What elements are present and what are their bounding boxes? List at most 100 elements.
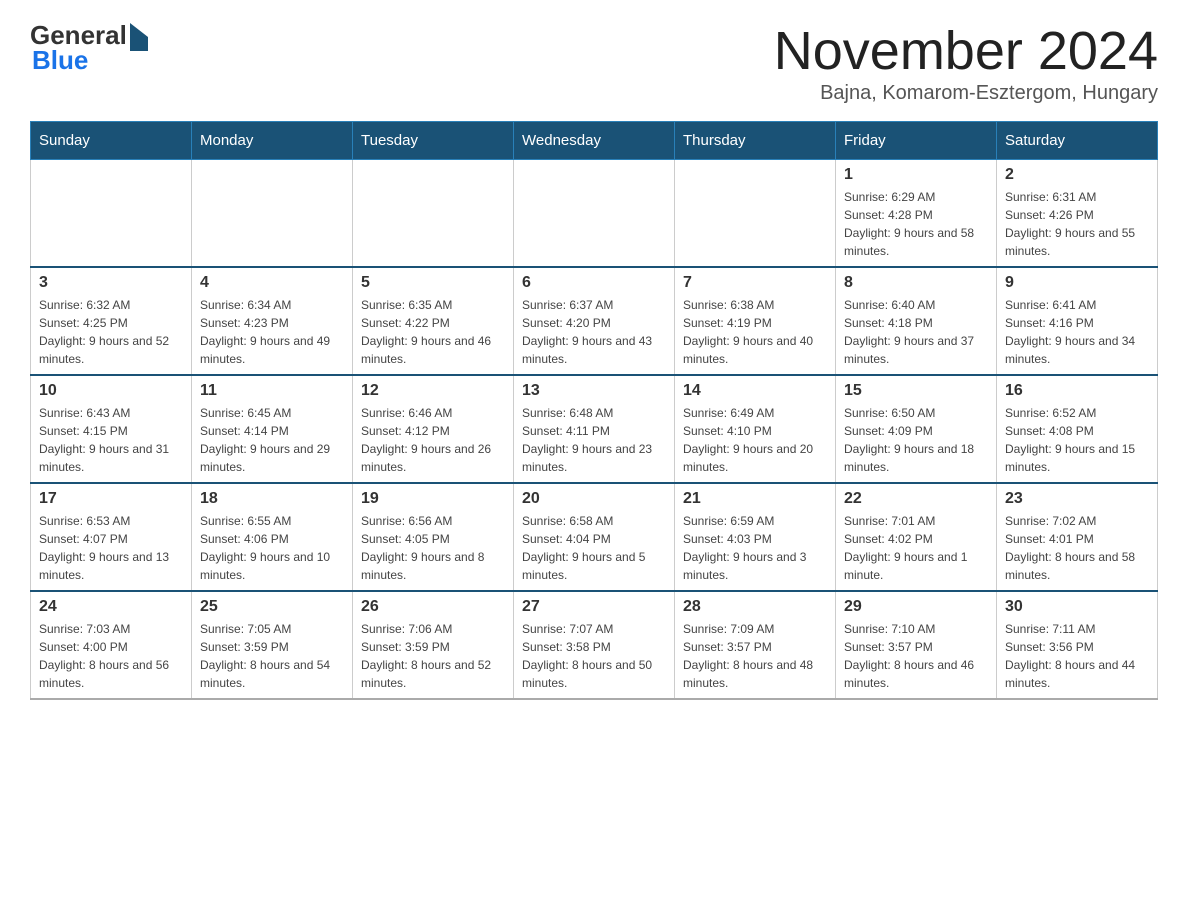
- day-number: 18: [200, 490, 344, 508]
- day-info: Sunrise: 7:05 AM Sunset: 3:59 PM Dayligh…: [200, 620, 344, 692]
- calendar-week-row: 17 Sunrise: 6:53 AM Sunset: 4:07 PM Dayli…: [31, 483, 1158, 591]
- day-number: 11: [200, 382, 344, 400]
- calendar-cell: 27 Sunrise: 7:07 AM Sunset: 3:58 PM Dayli…: [514, 591, 675, 699]
- calendar-cell: 3 Sunrise: 6:32 AM Sunset: 4:25 PM Daylig…: [31, 267, 192, 375]
- calendar-cell: [353, 160, 514, 268]
- day-number: 3: [39, 274, 183, 292]
- calendar-cell: 16Sunrise: 6:52 AM Sunset: 4:08 PM Dayli…: [997, 375, 1158, 483]
- day-number: 1: [844, 166, 988, 184]
- calendar-cell: 9 Sunrise: 6:41 AM Sunset: 4:16 PM Daylig…: [997, 267, 1158, 375]
- col-saturday: Saturday: [997, 122, 1158, 160]
- day-info: Sunrise: 6:38 AM Sunset: 4:19 PM Dayligh…: [683, 296, 827, 368]
- col-monday: Monday: [192, 122, 353, 160]
- calendar-header-row: Sunday Monday Tuesday Wednesday Thursday…: [31, 122, 1158, 160]
- day-info: Sunrise: 7:07 AM Sunset: 3:58 PM Dayligh…: [522, 620, 666, 692]
- day-info: Sunrise: 7:03 AM Sunset: 4:00 PM Dayligh…: [39, 620, 183, 692]
- day-info: Sunrise: 6:31 AM Sunset: 4:26 PM Dayligh…: [1005, 188, 1149, 260]
- day-info: Sunrise: 6:48 AM Sunset: 4:11 PM Dayligh…: [522, 404, 666, 476]
- day-number: 27: [522, 598, 666, 616]
- day-info: Sunrise: 7:10 AM Sunset: 3:57 PM Dayligh…: [844, 620, 988, 692]
- calendar-cell: 14 Sunrise: 6:49 AM Sunset: 4:10 PM Dayli…: [675, 375, 836, 483]
- day-number: 6: [522, 274, 666, 292]
- calendar-cell: 30 Sunrise: 7:11 AM Sunset: 3:56 PM Dayli…: [997, 591, 1158, 699]
- day-info: Sunrise: 6:41 AM Sunset: 4:16 PM Dayligh…: [1005, 296, 1149, 368]
- day-number: 30: [1005, 598, 1149, 616]
- col-thursday: Thursday: [675, 122, 836, 160]
- calendar-cell: 18 Sunrise: 6:55 AM Sunset: 4:06 PM Dayli…: [192, 483, 353, 591]
- day-info: Sunrise: 6:43 AM Sunset: 4:15 PM Dayligh…: [39, 404, 183, 476]
- day-number: 29: [844, 598, 988, 616]
- day-number: 12: [361, 382, 505, 400]
- day-number: 19: [361, 490, 505, 508]
- day-number: 8: [844, 274, 988, 292]
- calendar-cell: 24 Sunrise: 7:03 AM Sunset: 4:00 PM Dayli…: [31, 591, 192, 699]
- calendar-cell: 8 Sunrise: 6:40 AM Sunset: 4:18 PM Daylig…: [836, 267, 997, 375]
- calendar-cell: 6 Sunrise: 6:37 AM Sunset: 4:20 PM Daylig…: [514, 267, 675, 375]
- day-info: Sunrise: 6:56 AM Sunset: 4:05 PM Dayligh…: [361, 512, 505, 584]
- day-info: Sunrise: 6:45 AM Sunset: 4:14 PM Dayligh…: [200, 404, 344, 476]
- day-info: Sunrise: 6:46 AM Sunset: 4:12 PM Dayligh…: [361, 404, 505, 476]
- day-number: 9: [1005, 274, 1149, 292]
- subtitle: Bajna, Komarom-Esztergom, Hungary: [774, 82, 1158, 105]
- calendar-week-row: 3 Sunrise: 6:32 AM Sunset: 4:25 PM Daylig…: [31, 267, 1158, 375]
- day-number: 28: [683, 598, 827, 616]
- title-block: November 2024 Bajna, Komarom-Esztergom, …: [774, 20, 1158, 105]
- day-number: 14: [683, 382, 827, 400]
- day-number: 7: [683, 274, 827, 292]
- day-info: Sunrise: 6:49 AM Sunset: 4:10 PM Dayligh…: [683, 404, 827, 476]
- col-sunday: Sunday: [31, 122, 192, 160]
- calendar-cell: 4Sunrise: 6:34 AM Sunset: 4:23 PM Daylig…: [192, 267, 353, 375]
- col-wednesday: Wednesday: [514, 122, 675, 160]
- calendar-cell: 28Sunrise: 7:09 AM Sunset: 3:57 PM Dayli…: [675, 591, 836, 699]
- calendar-cell: 29 Sunrise: 7:10 AM Sunset: 3:57 PM Dayli…: [836, 591, 997, 699]
- day-info: Sunrise: 6:53 AM Sunset: 4:07 PM Dayligh…: [39, 512, 183, 584]
- calendar-cell: [675, 160, 836, 268]
- col-friday: Friday: [836, 122, 997, 160]
- calendar-cell: [31, 160, 192, 268]
- day-number: 23: [1005, 490, 1149, 508]
- day-info: Sunrise: 6:55 AM Sunset: 4:06 PM Dayligh…: [200, 512, 344, 584]
- calendar-cell: [514, 160, 675, 268]
- calendar-cell: 12 Sunrise: 6:46 AM Sunset: 4:12 PM Dayli…: [353, 375, 514, 483]
- day-info: Sunrise: 6:32 AM Sunset: 4:25 PM Dayligh…: [39, 296, 183, 368]
- day-number: 2: [1005, 166, 1149, 184]
- day-number: 24: [39, 598, 183, 616]
- day-info: Sunrise: 6:52 AM Sunset: 4:08 PM Dayligh…: [1005, 404, 1149, 476]
- calendar-cell: 7 Sunrise: 6:38 AM Sunset: 4:19 PM Daylig…: [675, 267, 836, 375]
- day-info: Sunrise: 6:58 AM Sunset: 4:04 PM Dayligh…: [522, 512, 666, 584]
- logo: General Blue: [30, 20, 148, 76]
- day-info: Sunrise: 7:01 AM Sunset: 4:02 PM Dayligh…: [844, 512, 988, 584]
- calendar-cell: 11 Sunrise: 6:45 AM Sunset: 4:14 PM Dayli…: [192, 375, 353, 483]
- day-number: 25: [200, 598, 344, 616]
- calendar-cell: 1 Sunrise: 6:29 AM Sunset: 4:28 PM Daylig…: [836, 160, 997, 268]
- day-info: Sunrise: 6:37 AM Sunset: 4:20 PM Dayligh…: [522, 296, 666, 368]
- col-tuesday: Tuesday: [353, 122, 514, 160]
- day-number: 13: [522, 382, 666, 400]
- main-title: November 2024: [774, 20, 1158, 82]
- day-info: Sunrise: 6:34 AM Sunset: 4:23 PM Dayligh…: [200, 296, 344, 368]
- day-number: 22: [844, 490, 988, 508]
- day-info: Sunrise: 6:29 AM Sunset: 4:28 PM Dayligh…: [844, 188, 988, 260]
- day-number: 17: [39, 490, 183, 508]
- calendar-cell: 21Sunrise: 6:59 AM Sunset: 4:03 PM Dayli…: [675, 483, 836, 591]
- calendar-cell: 20 Sunrise: 6:58 AM Sunset: 4:04 PM Dayli…: [514, 483, 675, 591]
- day-info: Sunrise: 6:35 AM Sunset: 4:22 PM Dayligh…: [361, 296, 505, 368]
- calendar-cell: 26Sunrise: 7:06 AM Sunset: 3:59 PM Dayli…: [353, 591, 514, 699]
- calendar-week-row: 1 Sunrise: 6:29 AM Sunset: 4:28 PM Daylig…: [31, 160, 1158, 268]
- calendar-table: Sunday Monday Tuesday Wednesday Thursday…: [30, 121, 1158, 700]
- day-info: Sunrise: 6:40 AM Sunset: 4:18 PM Dayligh…: [844, 296, 988, 368]
- calendar-cell: 10Sunrise: 6:43 AM Sunset: 4:15 PM Dayli…: [31, 375, 192, 483]
- day-info: Sunrise: 7:02 AM Sunset: 4:01 PM Dayligh…: [1005, 512, 1149, 584]
- logo-bottom-row: Blue: [32, 45, 88, 76]
- calendar-cell: 22 Sunrise: 7:01 AM Sunset: 4:02 PM Dayli…: [836, 483, 997, 591]
- day-info: Sunrise: 7:11 AM Sunset: 3:56 PM Dayligh…: [1005, 620, 1149, 692]
- day-number: 15: [844, 382, 988, 400]
- day-number: 20: [522, 490, 666, 508]
- calendar-cell: [192, 160, 353, 268]
- calendar-cell: 19 Sunrise: 6:56 AM Sunset: 4:05 PM Dayli…: [353, 483, 514, 591]
- day-number: 5: [361, 274, 505, 292]
- day-info: Sunrise: 7:06 AM Sunset: 3:59 PM Dayligh…: [361, 620, 505, 692]
- day-info: Sunrise: 6:50 AM Sunset: 4:09 PM Dayligh…: [844, 404, 988, 476]
- calendar-week-row: 10Sunrise: 6:43 AM Sunset: 4:15 PM Dayli…: [31, 375, 1158, 483]
- logo-arrow-icon: [130, 23, 148, 51]
